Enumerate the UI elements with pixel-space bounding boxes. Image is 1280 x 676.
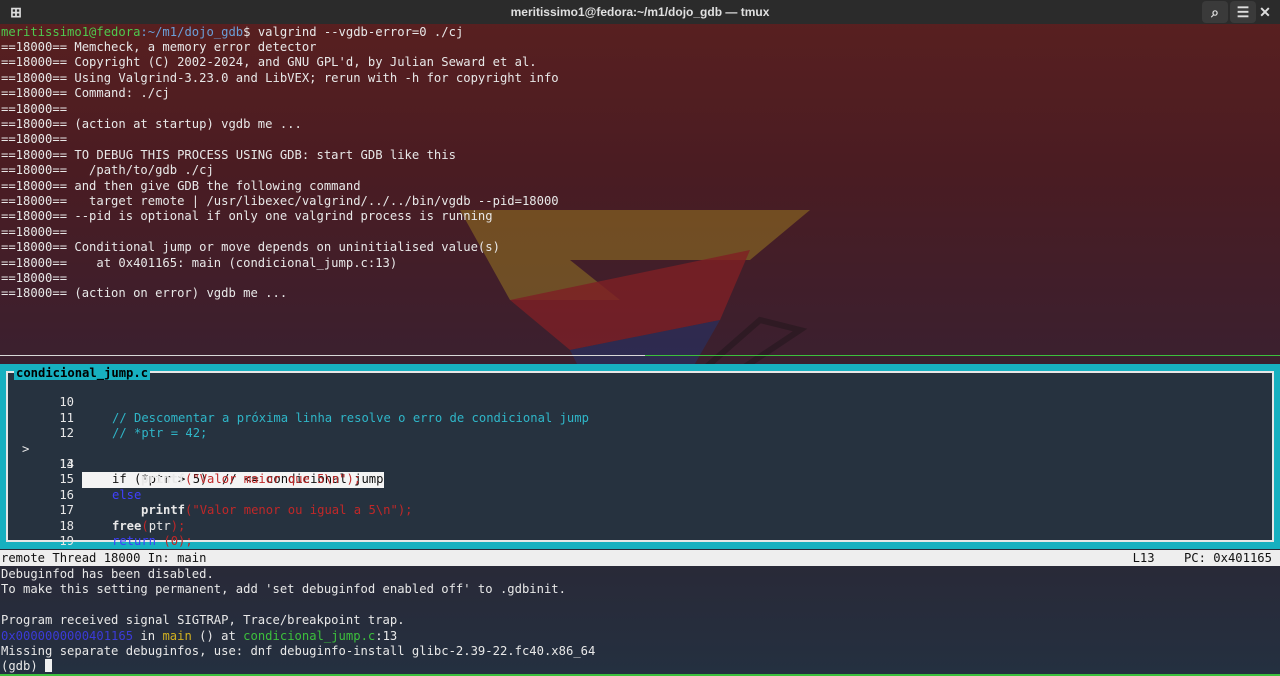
gdb-output-line: Program received signal SIGTRAP, Trace/b…: [1, 613, 405, 628]
gdb-prompt: (gdb): [1, 659, 46, 674]
pane-divider: [0, 355, 645, 356]
prompt-path: :~/m1/dojo_gdb: [140, 25, 244, 39]
frame-file: condicional_jump.c: [243, 628, 376, 643]
source-line-current: > 13 if (*ptr > 5) // <= condicional jum…: [0, 426, 1280, 488]
window-titlebar: ⊞ meritissimo1@fedora:~/m1/dojo_gdb — tm…: [0, 0, 1280, 24]
source-filename: condicional_jump.c: [14, 366, 151, 380]
frame-lineno: :13: [375, 628, 398, 643]
source-line: 16 printf("Valor menor ou igual a 5\n");: [0, 472, 1280, 517]
gdb-output-line: To make this setting permanent, add 'set…: [1, 582, 566, 597]
status-position: L13 PC: 0x401165: [1133, 550, 1272, 566]
frame-address: 0x0000000000401165: [1, 628, 134, 643]
status-pc: PC: 0x401165: [1183, 551, 1272, 565]
terminal-line: ==18000== (action at startup) vgdb me ..…: [1, 117, 302, 131]
status-thread: remote Thread 18000 In: main: [1, 551, 207, 565]
terminal-line: ==18000== --pid is optional if only one …: [1, 209, 493, 224]
source-line: 18 return (0);: [0, 503, 1280, 548]
code-keyword: return: [112, 534, 157, 548]
terminal-line: ==18000== Using Valgrind-3.23.0 and LibV…: [1, 70, 559, 85]
text-cursor: [45, 659, 53, 673]
prompt-user: meritissimo1@fedora: [1, 25, 141, 39]
frame-function: main: [162, 628, 192, 643]
source-line: 15 else: [0, 457, 1280, 501]
gdb-status-bar: remote Thread 18000 In: main L13 PC: 0x4…: [0, 550, 1280, 566]
source-line: 14 printf("Valor maior que 5\n");: [0, 442, 1280, 486]
frame-in: in: [133, 628, 163, 643]
terminal-line: ==18000== target remote | /usr/libexec/v…: [1, 194, 559, 208]
line-number: 19: [59, 534, 74, 548]
terminal-line: ==18000== /path/to/gdb ./cj: [1, 163, 214, 178]
status-line: L13: [1132, 551, 1155, 565]
source-line: 12: [0, 411, 1280, 440]
terminal-line: ==18000== at 0x401165: main (condicional…: [1, 255, 398, 270]
gdb-output-line: Debuginfod has been disabled.: [1, 567, 214, 581]
window-title: meritissimo1@fedora:~/m1/dojo_gdb — tmux: [510, 5, 770, 19]
terminal-line: ==18000==: [1, 132, 68, 147]
search-icon[interactable]: ⌕: [1202, 1, 1228, 23]
gdb-input-line[interactable]: (gdb): [1, 659, 53, 674]
source-line: 11 // *ptr = 42;: [0, 395, 1280, 440]
terminal-line: ==18000==: [1, 224, 68, 239]
terminal-line: ==18000== Copyright (C) 2002-2024, and G…: [1, 55, 537, 70]
source-line: 19 }: [0, 519, 1280, 563]
terminal-line: ==18000== TO DEBUG THIS PROCESS USING GD…: [1, 147, 456, 162]
terminal-line: ==18000== and then give GDB the followin…: [1, 178, 361, 193]
new-tab-icon[interactable]: ⊞: [3, 1, 29, 23]
pane-divider-active: [645, 355, 1280, 356]
frame-at: () at: [191, 628, 244, 643]
terminal-line: ==18000== Command: ./cj: [1, 86, 170, 101]
shell-prompt-line: meritissimo1@fedora:~/m1/dojo_gdb$ valgr…: [1, 25, 463, 40]
gdb-output-line: Missing separate debuginfos, use: dnf de…: [1, 644, 596, 658]
terminal-line: ==18000== (action on error) vgdb me ...: [1, 286, 288, 301]
prompt-command: $ valgrind --vgdb-error=0 ./cj: [243, 25, 464, 39]
code-literal: (0);: [156, 534, 193, 548]
terminal-line: ==18000== Memcheck, a memory error detec…: [1, 40, 317, 54]
gdb-frame-line: 0x0000000000401165 in main () at condici…: [1, 629, 397, 644]
terminal-line: ==18000== Conditional jump or move depen…: [1, 240, 500, 255]
terminal-line: ==18000==: [1, 271, 68, 285]
close-icon[interactable]: ✕: [1252, 1, 1278, 23]
source-line: 10 // Descomentar a próxima linha resolv…: [0, 380, 1280, 424]
terminal-line: ==18000==: [1, 101, 68, 116]
source-line: 17 free(ptr);: [0, 488, 1280, 532]
